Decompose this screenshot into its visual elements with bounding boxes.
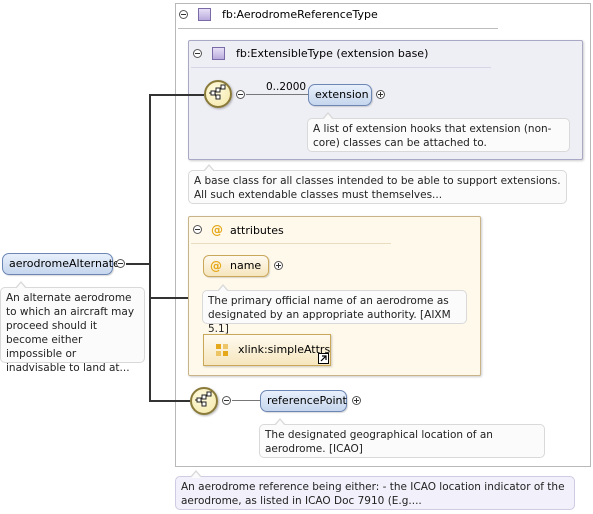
type-documentation: An aerodrome reference being either: - t… — [175, 470, 575, 510]
link-arrow-icon — [318, 353, 329, 364]
complex-type-icon — [212, 47, 225, 60]
attributes-divider — [191, 243, 391, 244]
sequence-compositor-icon — [190, 387, 218, 415]
sequence-compositor-icon — [204, 80, 232, 108]
sequence-collapse-button[interactable] — [236, 90, 245, 99]
reference-point-expand-button[interactable] — [352, 396, 361, 405]
attribute-at-icon: @ — [211, 223, 223, 237]
root-element[interactable]: aerodromeAlternate — [2, 253, 120, 275]
name-attribute-expand-button[interactable] — [274, 261, 283, 270]
attributes-collapse-button[interactable] — [193, 225, 202, 234]
extension-base-name: fb:ExtensibleType (extension base) — [236, 47, 429, 60]
name-attribute-documentation: The primary official name of an aerodrom… — [202, 284, 467, 335]
root-documentation: An alternate aerodrome to which an aircr… — [0, 281, 145, 374]
root-collapse-button[interactable] — [116, 259, 125, 268]
sequence-connector — [232, 400, 260, 401]
simple-attrs-label: xlink:simpleAttrs — [238, 343, 331, 356]
branch-connector — [149, 297, 188, 299]
name-attribute[interactable]: @ name — [203, 255, 269, 277]
root-connector — [126, 263, 150, 265]
name-attribute-label: name — [230, 259, 262, 272]
complex-type-icon — [198, 8, 211, 21]
reference-point-element[interactable]: referencePoint — [260, 390, 347, 412]
type-header-divider — [178, 28, 498, 29]
extension-expand-button[interactable] — [376, 90, 385, 99]
simple-attrs-group[interactable]: xlink:simpleAttrs — [203, 334, 331, 366]
extension-base-documentation: A base class for all classes intended to… — [188, 164, 567, 204]
type-collapse-button[interactable] — [179, 10, 188, 19]
extension-documentation: A list of extension hooks that extension… — [307, 112, 570, 152]
type-name: fb:AerodromeReferenceType — [222, 8, 378, 21]
sequence-connector — [246, 94, 308, 95]
extension-element[interactable]: extension — [308, 84, 372, 106]
attribute-group-icon — [216, 344, 230, 358]
extension-base-collapse-button[interactable] — [193, 49, 202, 58]
attributes-title: attributes — [230, 224, 284, 237]
attribute-at-icon: @ — [210, 259, 222, 273]
extension-base-divider — [191, 67, 491, 68]
trunk-connector — [149, 95, 151, 401]
reference-point-documentation: The designated geographical location of … — [259, 418, 545, 458]
sequence-collapse-button[interactable] — [222, 396, 231, 405]
extension-cardinality: 0..2000 — [266, 81, 307, 93]
branch-connector — [149, 400, 190, 402]
branch-connector — [149, 94, 204, 96]
